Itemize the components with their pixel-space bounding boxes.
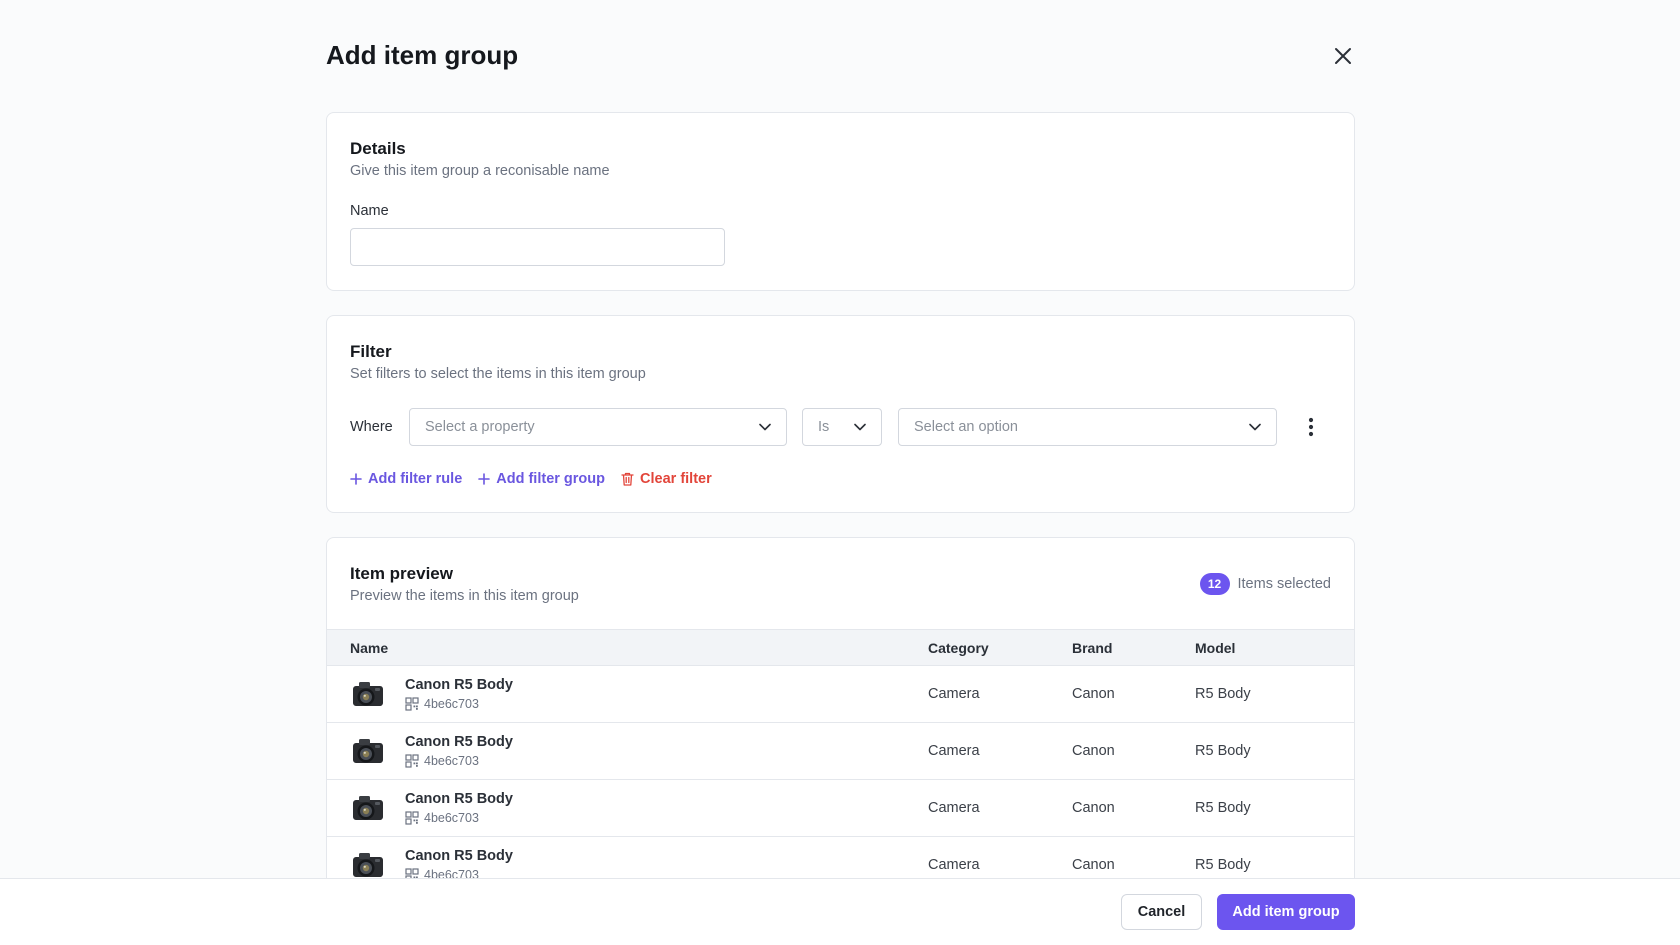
property-select[interactable]: Select a property — [409, 408, 787, 446]
chevron-down-icon — [759, 423, 771, 431]
filter-card: Filter Set filters to select the items i… — [326, 315, 1355, 513]
item-cell: Canon R5 Body 4be6c703 — [350, 676, 928, 712]
filter-subtitle: Set filters to select the items in this … — [350, 366, 646, 382]
filter-rule-row: Where Select a property Is Select an opt… — [350, 408, 1321, 446]
item-name: Canon R5 Body — [405, 734, 513, 750]
cell-brand: Canon — [1072, 665, 1195, 723]
preview-title: Item preview — [350, 564, 453, 583]
item-code: 4be6c703 — [405, 697, 513, 711]
cell-brand: Canon — [1072, 779, 1195, 837]
details-subtitle: Give this item group a reconisable name — [350, 163, 610, 179]
add-filter-rule-button[interactable]: Add filter rule — [350, 471, 462, 487]
selected-count-badge: 12 — [1199, 573, 1230, 595]
camera-icon — [353, 796, 383, 820]
table-row[interactable]: Canon R5 Body 4be6c703 Camera Canon R5 B… — [327, 779, 1354, 837]
camera-icon — [353, 682, 383, 706]
cell-name: Canon R5 Body 4be6c703 — [327, 779, 928, 837]
item-code-text: 4be6c703 — [424, 754, 479, 768]
filter-title: Filter — [350, 342, 392, 361]
add-item-group-modal: Add item group Details Give this item gr… — [0, 0, 1680, 945]
modal-footer: Cancel Add item group — [0, 878, 1680, 945]
add-filter-rule-label: Add filter rule — [368, 471, 463, 487]
item-name: Canon R5 Body — [405, 848, 513, 864]
filter-actions: Add filter rule Add filter group Clear f… — [350, 469, 1331, 489]
option-select[interactable]: Select an option — [898, 408, 1277, 446]
column-header-name[interactable]: Name — [327, 629, 928, 666]
column-header-category[interactable]: Category — [928, 629, 1072, 666]
plus-icon — [350, 473, 362, 485]
column-header-brand[interactable]: Brand — [1072, 629, 1195, 666]
item-code: 4be6c703 — [405, 811, 513, 825]
selected-label: Items selected — [1237, 576, 1332, 592]
qr-code-icon — [405, 697, 419, 711]
more-vertical-icon — [1308, 417, 1314, 437]
item-name: Canon R5 Body — [405, 791, 513, 807]
cell-category: Camera — [928, 779, 1072, 837]
cell-model: R5 Body — [1195, 665, 1354, 723]
cell-model: R5 Body — [1195, 722, 1354, 780]
cell-name: Canon R5 Body 4be6c703 — [327, 722, 928, 780]
qr-code-icon — [405, 754, 419, 768]
add-item-group-button[interactable]: Add item group — [1217, 894, 1355, 930]
table-row[interactable]: Canon R5 Body 4be6c703 Camera Canon R5 B… — [327, 722, 1354, 780]
item-name: Canon R5 Body — [405, 677, 513, 693]
property-select-placeholder: Select a property — [425, 419, 535, 435]
add-filter-group-label: Add filter group — [496, 471, 606, 487]
chevron-down-icon — [854, 423, 866, 431]
item-code-text: 4be6c703 — [424, 811, 479, 825]
where-label: Where — [350, 419, 393, 435]
camera-icon — [353, 739, 383, 763]
item-code: 4be6c703 — [405, 754, 513, 768]
item-text: Canon R5 Body 4be6c703 — [405, 848, 513, 882]
clear-filter-label: Clear filter — [640, 471, 712, 487]
cell-model: R5 Body — [1195, 779, 1354, 837]
table-row[interactable]: Canon R5 Body 4be6c703 Camera Canon R5 B… — [327, 665, 1354, 723]
details-card: Details Give this item group a reconisab… — [326, 112, 1355, 291]
name-label: Name — [350, 203, 389, 219]
item-code-text: 4be6c703 — [424, 697, 479, 711]
cell-category: Camera — [928, 722, 1072, 780]
item-text: Canon R5 Body 4be6c703 — [405, 734, 513, 768]
close-icon — [1335, 48, 1351, 64]
clear-filter-button[interactable]: Clear filter — [621, 471, 712, 487]
cancel-button[interactable]: Cancel — [1121, 894, 1202, 930]
trash-icon — [621, 472, 634, 486]
column-header-model[interactable]: Model — [1195, 629, 1354, 666]
name-input[interactable] — [350, 228, 725, 266]
table-header-row: Name Category Brand Model — [327, 629, 1354, 666]
item-cell: Canon R5 Body 4be6c703 — [350, 733, 928, 769]
qr-code-icon — [405, 811, 419, 825]
operator-select-value: Is — [818, 419, 830, 435]
item-cell: Canon R5 Body 4be6c703 — [350, 790, 928, 826]
more-options-button[interactable] — [1301, 413, 1321, 441]
cell-name: Canon R5 Body 4be6c703 — [327, 665, 928, 723]
operator-select[interactable]: Is — [802, 408, 882, 446]
close-button[interactable] — [1329, 42, 1357, 70]
details-title: Details — [350, 139, 406, 158]
plus-icon — [478, 473, 491, 485]
page-title: Add item group — [326, 40, 519, 70]
item-text: Canon R5 Body 4be6c703 — [405, 677, 513, 711]
preview-header: Item preview Preview the items in this i… — [327, 538, 1354, 629]
preview-subtitle: Preview the items in this item group — [350, 588, 579, 604]
chevron-down-icon — [1249, 423, 1261, 431]
items-selected-indicator: 12 Items selected — [1199, 573, 1332, 595]
item-preview-table: Name Category Brand Model Canon R5 Body … — [327, 629, 1354, 894]
cell-category: Camera — [928, 665, 1072, 723]
option-select-placeholder: Select an option — [914, 419, 1018, 435]
cell-brand: Canon — [1072, 722, 1195, 780]
add-filter-group-button[interactable]: Add filter group — [478, 471, 605, 487]
item-text: Canon R5 Body 4be6c703 — [405, 791, 513, 825]
